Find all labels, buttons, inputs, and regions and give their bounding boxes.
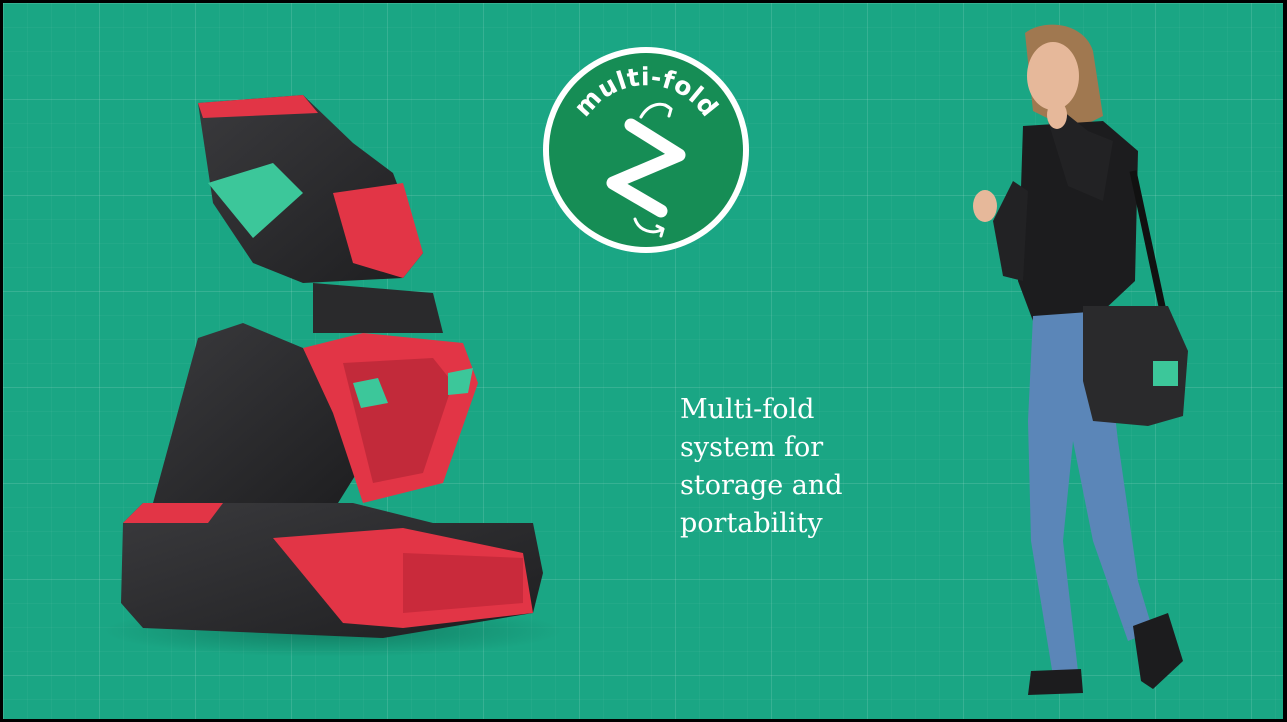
caption-line: portability [680,508,823,539]
slide: multi-fold Multi-fold system for storage… [3,3,1283,719]
caption-line: system for [680,432,824,463]
woman-carrying-seat-image [973,24,1188,695]
feature-caption: Multi-fold system for storage and portab… [680,391,920,543]
folded-booster-seat-image [103,95,563,657]
caption-line: storage and [680,470,843,501]
caption-line: Multi-fold [680,394,815,425]
multi-fold-badge: multi-fold [543,47,749,253]
